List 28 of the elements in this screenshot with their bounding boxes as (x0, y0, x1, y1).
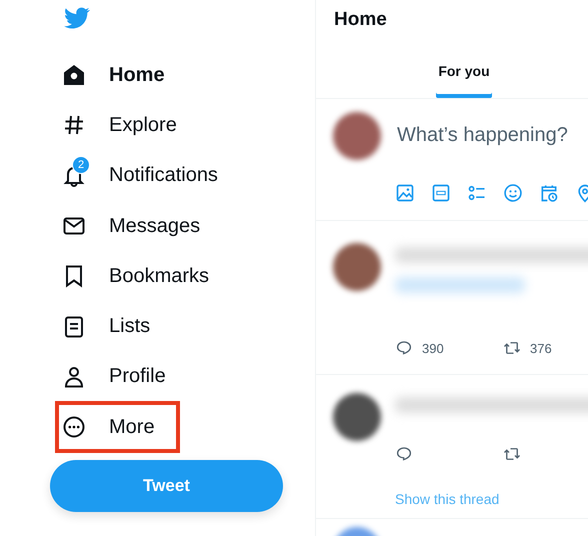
gif-icon[interactable] (431, 183, 451, 203)
smiley-icon[interactable] (503, 183, 523, 203)
nav-item[interactable]: Messages (62, 200, 200, 252)
reply-count: 390 (422, 340, 444, 356)
retweet-count: 376 (530, 340, 552, 356)
poll-icon[interactable] (467, 183, 487, 203)
notification-badge: 2 (72, 156, 90, 174)
nav-item[interactable]: 2 Notifications (62, 150, 218, 201)
avatar (333, 112, 381, 160)
more-icon (62, 415, 86, 440)
nav-item[interactable]: Profile (62, 352, 166, 402)
speech-bubble-icon (395, 339, 413, 357)
nav-item[interactable]: Bookmarks (62, 251, 210, 302)
nav-item[interactable]: Home (62, 50, 165, 100)
retweet-icon (503, 445, 521, 463)
home-icon (62, 63, 86, 88)
tab[interactable]: For you (436, 40, 492, 98)
bird-logo-icon (62, 5, 92, 31)
person-icon (62, 364, 86, 389)
list-icon (62, 314, 86, 339)
speech-bubble-icon (395, 445, 413, 463)
retweet-icon (503, 339, 521, 357)
page-title: Home (333, 8, 388, 32)
image-icon[interactable] (395, 183, 415, 203)
nav-item[interactable]: More (62, 405, 155, 450)
nav-item[interactable]: Explore (62, 100, 177, 151)
nav-item[interactable]: Lists (62, 301, 150, 352)
calendar-clock-icon[interactable] (539, 183, 559, 203)
